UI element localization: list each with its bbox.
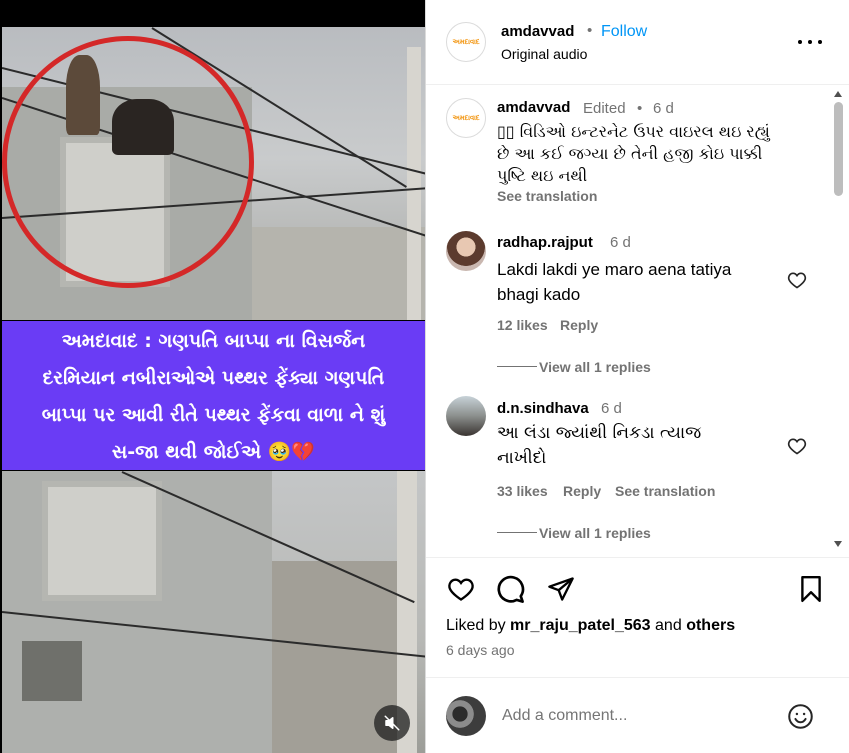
comment-line: આ લંડા જ્યાંથી નિકડા ત્યાજ (497, 423, 702, 443)
avatar-logo-text: અમદાવાદ (452, 37, 480, 46)
comment-username[interactable]: radhap.rajput (497, 234, 593, 251)
smiley-icon[interactable] (787, 703, 814, 730)
caption-line: પુષ્ટિ થઇ નથી (497, 166, 588, 185)
like-heart-icon[interactable] (446, 575, 476, 603)
comment-text: આ લંડા જ્યાંથી નિકડા ત્યાજ નાખીદો (497, 421, 797, 471)
video-frame-top (2, 27, 425, 320)
comment-username[interactable]: d.n.sindhava (497, 400, 589, 417)
commenter-avatar[interactable] (446, 231, 486, 271)
comment-likes[interactable]: 12 likes (497, 317, 548, 333)
comment-line: Lakdi lakdi ye maro aena tatiya (497, 260, 732, 279)
liked-by-and: and (655, 617, 682, 634)
more-dot-icon (808, 40, 812, 44)
avatar-logo-text: અમદાવાદ (452, 113, 480, 122)
comments-scrollbar[interactable] (831, 86, 845, 556)
building (252, 227, 425, 320)
audio-label[interactable]: Original audio (501, 46, 587, 62)
comments-list[interactable]: અમદાવાદ amdavvad Edited • 6 d ▯▯ વિડિઓ ઇ… (426, 86, 849, 556)
speaker-muted-icon (384, 715, 400, 731)
replies-divider (497, 532, 537, 533)
like-comment-heart-icon[interactable] (787, 436, 807, 456)
equipment (22, 641, 82, 701)
commenter-avatar[interactable] (446, 396, 486, 436)
reply-button[interactable]: Reply (560, 317, 598, 333)
video-player[interactable]: અમદાવાદ : ગણપતિ બાપ્પા ના વિસર્જન દરમિયા… (0, 0, 425, 753)
pole (407, 47, 421, 320)
replies-divider (497, 366, 537, 367)
caption-line: ▯▯ વિડિઓ ઇન્ટરનેટ ઉપર વાઇરલ થઇ રહ્યું (497, 122, 770, 141)
mute-button[interactable] (374, 705, 410, 741)
view-replies-button[interactable]: View all 1 replies (539, 359, 651, 375)
post-header: અમદાવાદ amdavvad • Follow Original audio (426, 0, 849, 85)
edited-label: Edited (583, 100, 626, 117)
like-comment-heart-icon[interactable] (787, 270, 807, 290)
comment-time[interactable]: 6 d (610, 234, 631, 251)
separator-dot: • (637, 100, 643, 117)
scroll-up-arrow-icon[interactable] (833, 90, 843, 98)
share-paper-plane-icon[interactable] (547, 575, 575, 603)
liked-by-others-link[interactable]: others (686, 617, 735, 634)
comment-text: Lakdi lakdi ye maro aena tatiya bhagi ka… (497, 257, 797, 307)
comment-composer (426, 677, 849, 753)
save-bookmark-icon[interactable] (798, 575, 824, 603)
post-actions: Liked by mr_raju_patel_563 and others 6 … (426, 557, 849, 677)
scroll-down-arrow-icon[interactable] (833, 540, 843, 548)
comment-line: નાખીદો (497, 448, 547, 468)
current-user-avatar[interactable] (446, 696, 486, 736)
highlight-circle (2, 36, 254, 288)
separator-dot: • (587, 22, 593, 39)
follow-button[interactable]: Follow (601, 23, 647, 41)
comment-line: bhagi kado (497, 285, 581, 304)
banner-line: અમદાવાદ : ગણપતિ બાપ્પા ના વિસર્જન (61, 330, 366, 352)
comment-input[interactable] (502, 704, 752, 728)
comment-time[interactable]: 6 d (601, 400, 622, 417)
more-dot-icon (798, 40, 802, 44)
caption-text: ▯▯ વિડિઓ ઇન્ટરનેટ ઉપર વાઇરલ થઇ રહ્યું છે… (497, 121, 817, 187)
caption-avatar[interactable]: અમદાવાદ (446, 98, 486, 138)
caption-time[interactable]: 6 d (653, 100, 674, 117)
post-panel: અમદાવાદ amdavvad • Follow Original audio… (425, 0, 849, 753)
see-translation-link[interactable]: See translation (615, 483, 715, 499)
banner-line: દરમિયાન નબીરાઓએ પથ્થર ફેંક્યા ગણપતિ (42, 367, 385, 389)
more-options-button[interactable] (798, 34, 822, 50)
caption-username[interactable]: amdavvad (497, 99, 570, 116)
view-replies-button[interactable]: View all 1 replies (539, 525, 651, 541)
more-dot-icon (818, 40, 822, 44)
video-text-banner: અમદાવાદ : ગણપતિ બાપ્પા ના વિસર્જન દરમિયા… (2, 321, 425, 470)
reply-button[interactable]: Reply (563, 483, 601, 499)
banner-line: સ-જા થવી જોઈએ 🥹💔 (111, 441, 316, 463)
signboard (42, 481, 162, 601)
author-username[interactable]: amdavvad (501, 23, 574, 40)
comment-bubble-icon[interactable] (496, 575, 525, 604)
liked-by-text: Liked by mr_raju_patel_563 and others (446, 617, 735, 635)
see-translation-link[interactable]: See translation (497, 188, 597, 204)
liked-by-prefix: Liked by (446, 617, 506, 634)
scrollbar-thumb[interactable] (834, 102, 843, 196)
post-time[interactable]: 6 days ago (446, 642, 515, 658)
comment-likes[interactable]: 33 likes (497, 483, 548, 499)
banner-line: બાપ્પા પર આવી રીતે પથ્થર ફેંકવા વાળા ને … (41, 404, 386, 426)
caption-line: છે આ કઈ જગ્યા છે તેની હજી કોઇ પાક્કી (497, 144, 763, 163)
liked-by-user-link[interactable]: mr_raju_patel_563 (510, 617, 651, 634)
author-avatar[interactable]: અમદાવાદ (446, 22, 486, 62)
video-frame-bottom (2, 471, 425, 753)
